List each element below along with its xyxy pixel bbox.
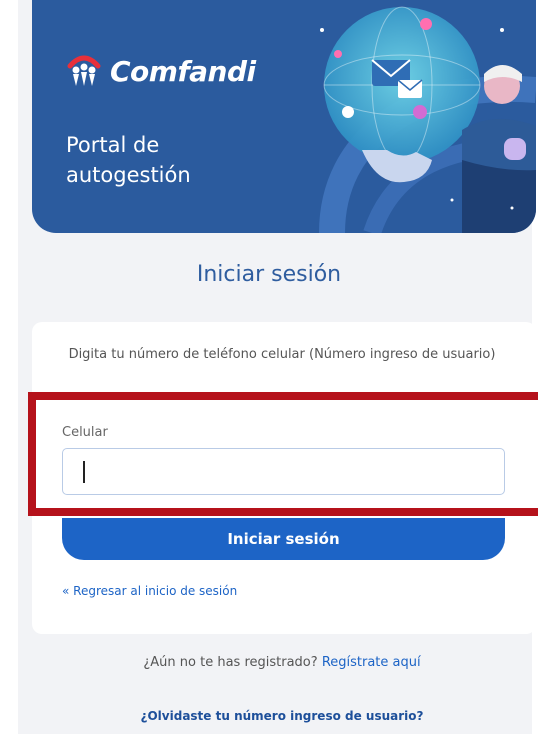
phone-input[interactable] [62,448,505,495]
register-link[interactable]: Regístrate aquí [322,655,421,670]
portal-subtitle: Portal de autogestión [66,130,286,190]
globe-illustration [319,6,536,233]
page-title: Iniciar sesión [196,262,342,287]
register-prompt: ¿Aún no te has registrado? [143,655,318,670]
portal-banner: Comfandi Portal de autogestión [32,0,536,233]
phone-label: Celular [62,425,108,440]
brand-logo: Comfandi [66,54,256,88]
back-to-login-link[interactable]: « Regresar al inicio de sesión [62,584,237,598]
login-button[interactable]: Iniciar sesión [62,518,505,560]
page-margin-left [0,0,18,734]
comfandi-logo-icon [67,55,101,86]
portal-subtitle-line1: Portal de [66,133,160,157]
forgot-username-link[interactable]: ¿Olvidaste tu número ingreso de usuario? [0,709,538,723]
register-prompt-row: ¿Aún no te has registrado? Regístrate aq… [0,655,538,670]
portal-subtitle-line2: autogestión [66,163,191,187]
text-cursor [83,461,85,483]
brand-name: Comfandi [110,54,256,88]
login-instructions: Digita tu número de teléfono celular (Nú… [68,347,496,362]
